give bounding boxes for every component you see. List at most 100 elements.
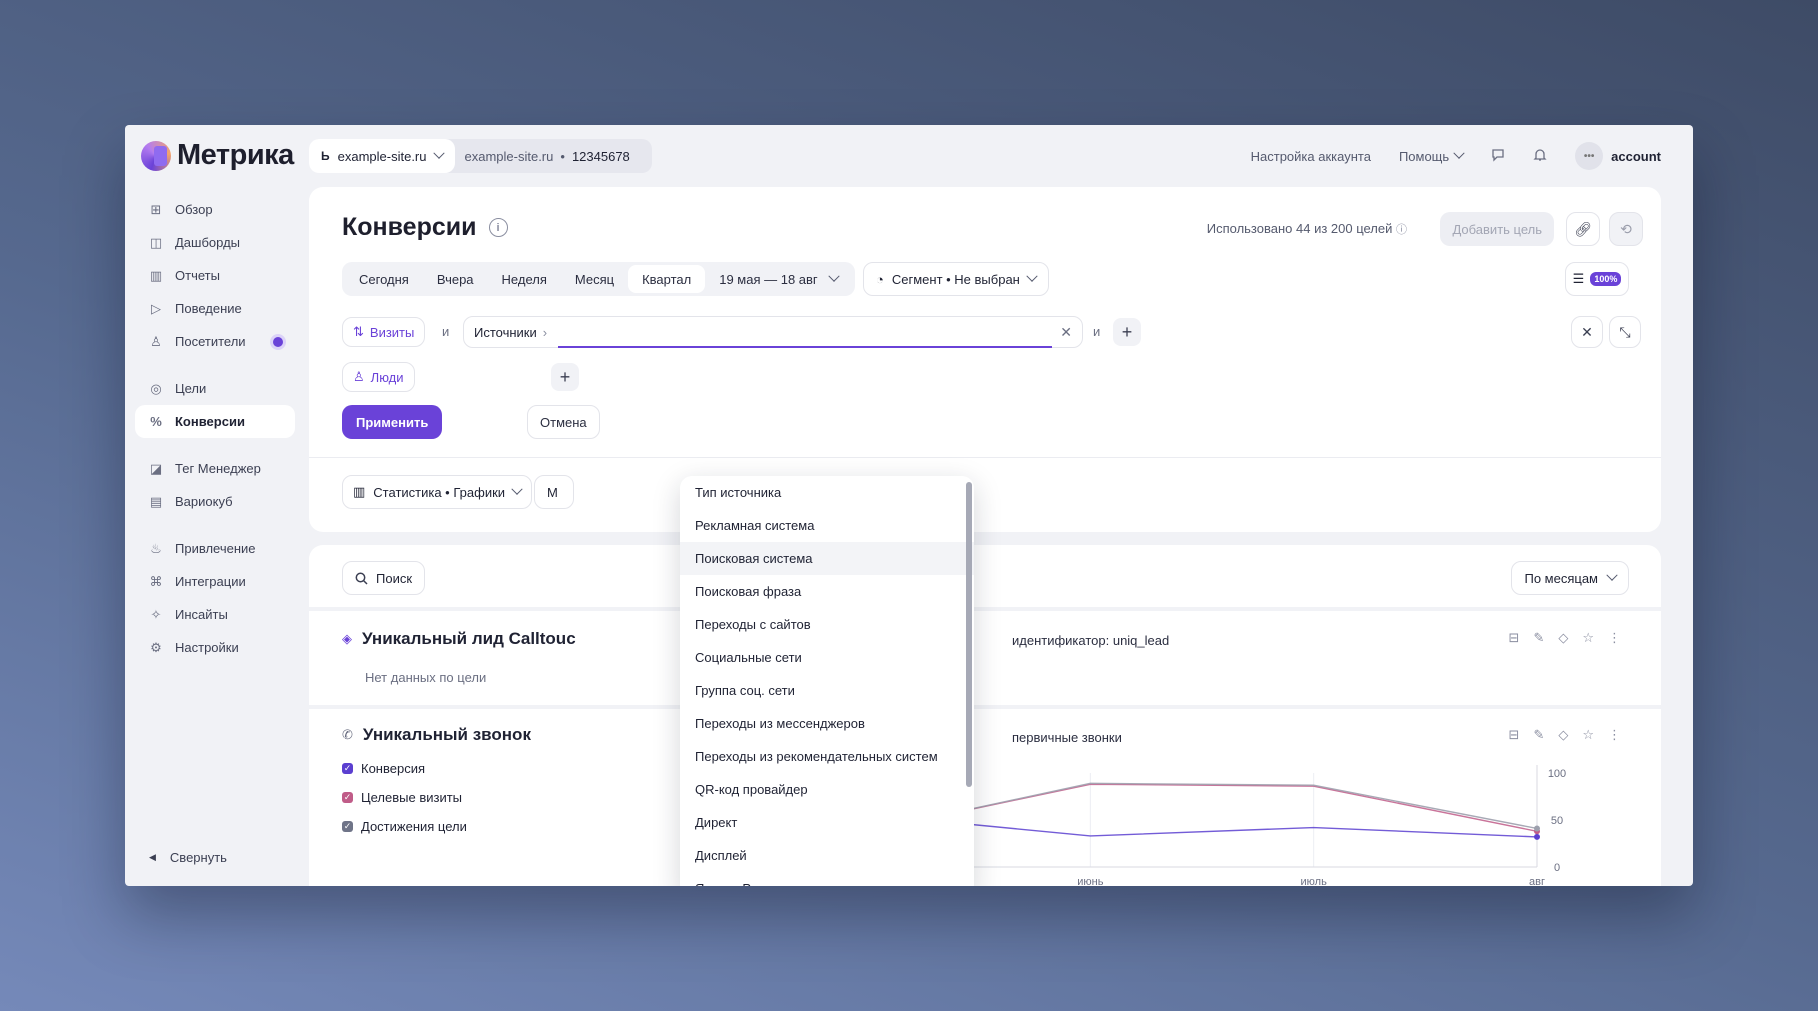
close-icon: ✕: [1581, 323, 1593, 340]
checkbox-checked-icon[interactable]: ✓: [342, 821, 353, 832]
segment-select[interactable]: ◔ Сегмент • Не выбран: [863, 262, 1049, 296]
sidebar-item-tag-manager[interactable]: ◪ Тег Менеджер: [135, 452, 295, 485]
search-button[interactable]: Поиск: [342, 561, 426, 595]
sampling-button[interactable]: ☰ 100%: [1565, 262, 1629, 296]
bell-icon[interactable]: [1533, 148, 1547, 165]
copy-link-button[interactable]: 🔗︎: [1566, 212, 1600, 246]
legend-label: Достижения цели: [361, 819, 467, 834]
collapse-sidebar-button[interactable]: ◀ Свернуть: [149, 850, 227, 865]
info-icon[interactable]: ⓘ: [1396, 224, 1407, 236]
visits-filter-chip[interactable]: ⇅ Визиты: [342, 317, 426, 347]
sidebar-item-goals[interactable]: ◎ Цели: [135, 372, 295, 405]
clear-icon[interactable]: ✕: [1060, 324, 1072, 341]
site-select[interactable]: Ь example-site.ru: [309, 139, 455, 173]
sidebar-item-overview[interactable]: ⊞ Обзор: [135, 193, 295, 226]
chevron-down-icon: [432, 147, 445, 159]
sidebar-item-acquisition[interactable]: ♨ Привлечение: [135, 532, 295, 565]
dropdown-item[interactable]: Переходы из рекомендательных систем: [680, 740, 974, 773]
people-filter-chip[interactable]: ♙ Люди: [342, 362, 415, 392]
collapse-filter-button[interactable]: ⤡: [1609, 316, 1641, 348]
people-chip-label: Люди: [370, 369, 404, 385]
logo[interactable]: Метрика: [141, 139, 294, 172]
sidebar-item-label: Посетители: [175, 334, 246, 349]
history-button[interactable]: ⟲: [1609, 212, 1643, 246]
sidebar-item-reports[interactable]: ▥ Отчеты: [135, 259, 295, 292]
y-right-tick-label: 0: [1554, 862, 1560, 874]
dropdown-item[interactable]: Поисковая система: [680, 542, 974, 575]
date-period-tabs: Сегодня Вчера Неделя Месяц Квартал 19 ма…: [342, 262, 855, 296]
add-goal-button[interactable]: Добавить цель: [1440, 212, 1554, 246]
x-tick-label: июнь: [1077, 876, 1103, 886]
sidebar-item-visitors[interactable]: ♙ Посетители: [135, 325, 295, 358]
apply-button[interactable]: Применить: [342, 405, 443, 439]
dropdown-item[interactable]: Переходы из мессенджеров: [680, 707, 974, 740]
legend-item-goal-reaches[interactable]: ✓ Достижения цели: [342, 819, 467, 834]
logo-text: Метрика: [177, 139, 294, 171]
dropdown-item[interactable]: Социальные сети: [680, 641, 974, 674]
y-right-tick-label: 100: [1548, 768, 1566, 780]
dropdown-item[interactable]: QR-код провайдер: [680, 773, 974, 806]
more-icon[interactable]: ⋮: [1608, 727, 1621, 743]
sidebar-item-label: Вариокуб: [175, 494, 233, 509]
chevron-down-icon: [828, 270, 840, 282]
edit-icon[interactable]: ✎: [1533, 630, 1544, 646]
help-menu[interactable]: Помощь: [1399, 147, 1465, 164]
sidebar-item-dashboards[interactable]: ◫ Дашборды: [135, 226, 295, 259]
dropdown-item[interactable]: Тип источника: [680, 476, 974, 509]
tab-yesterday[interactable]: Вчера: [423, 265, 488, 293]
sidebar-item-variocube[interactable]: ▤ Вариокуб: [135, 485, 295, 518]
target-icon: ◎: [150, 380, 162, 396]
archive-icon[interactable]: ⊟: [1509, 727, 1520, 743]
search-icon: [355, 572, 368, 585]
filter-input[interactable]: Источники › ✕: [463, 316, 1083, 348]
tab-month[interactable]: Месяц: [561, 265, 628, 293]
dropdown-item[interactable]: Яндекс Ритм: [680, 872, 974, 886]
sidebar-item-behavior[interactable]: ▷ Поведение: [135, 292, 295, 325]
dropdown-item[interactable]: Рекламная система: [680, 509, 974, 542]
checkbox-checked-icon[interactable]: ✓: [342, 792, 353, 803]
tab-quarter[interactable]: Квартал: [628, 265, 706, 293]
sidebar-item-integrations[interactable]: ⌘ Интеграции: [135, 565, 295, 598]
star-icon[interactable]: ☆: [1582, 630, 1594, 646]
date-range-picker[interactable]: 19 мая — 18 авг: [705, 265, 851, 293]
add-people-filter-button[interactable]: +: [551, 363, 579, 391]
group-by-select[interactable]: По месяцам: [1511, 561, 1629, 595]
sidebar-item-insights[interactable]: ✧ Инсайты: [135, 598, 295, 631]
tag-icon[interactable]: ◇: [1558, 727, 1568, 743]
tab-week[interactable]: Неделя: [488, 265, 561, 293]
chat-icon[interactable]: [1491, 148, 1505, 165]
sidebar-item-label: Настройки: [175, 640, 239, 655]
metric-select[interactable]: М: [534, 475, 574, 509]
legend-item-conversion[interactable]: ✓ Конверсия: [342, 761, 425, 776]
more-icon[interactable]: ⋮: [1608, 630, 1621, 646]
archive-icon[interactable]: ⊟: [1509, 630, 1520, 646]
account-menu[interactable]: ••• account: [1575, 142, 1661, 170]
account-settings-link[interactable]: Настройка аккаунта: [1251, 149, 1371, 164]
checkbox-checked-icon[interactable]: ✓: [342, 763, 353, 774]
dropdown-item[interactable]: Дисплей: [680, 839, 974, 872]
chevron-down-icon: [1453, 147, 1465, 159]
tag-icon[interactable]: ◇: [1558, 630, 1568, 646]
tab-today[interactable]: Сегодня: [345, 265, 423, 293]
add-filter-button[interactable]: +: [1113, 318, 1141, 346]
series-end-point: [1534, 833, 1540, 840]
scrollbar[interactable]: [966, 482, 972, 787]
dropdown-item[interactable]: Директ: [680, 806, 974, 839]
legend-item-target-visits[interactable]: ✓ Целевые визиты: [342, 790, 462, 805]
sidebar-item-settings[interactable]: ⚙ Настройки: [135, 631, 295, 664]
used-goals-counter: Использовано 44 из 200 целей ⓘ: [1207, 221, 1407, 237]
goal-title[interactable]: ◈ Уникальный лид Calltouc: [342, 629, 576, 649]
search-label: Поиск: [376, 570, 413, 586]
dropdown-item[interactable]: Поисковая фраза: [680, 575, 974, 608]
close-filter-button[interactable]: ✕: [1571, 316, 1603, 348]
info-icon[interactable]: i: [488, 218, 508, 237]
sidebar-item-conversions[interactable]: % Конверсии: [135, 405, 295, 438]
star-icon[interactable]: ☆: [1582, 727, 1594, 743]
edit-icon[interactable]: ✎: [1533, 727, 1544, 743]
dropdown-item[interactable]: Переходы с сайтов: [680, 608, 974, 641]
used-goals-text: Использовано 44 из 200 целей: [1206, 221, 1393, 236]
dropdown-item[interactable]: Группа соц. сети: [680, 674, 974, 707]
goal-title[interactable]: ✆ Уникальный звонок: [342, 725, 531, 745]
view-mode-select[interactable]: ▥ Статистика • Графики: [342, 475, 533, 509]
cancel-button[interactable]: Отмена: [527, 405, 600, 439]
